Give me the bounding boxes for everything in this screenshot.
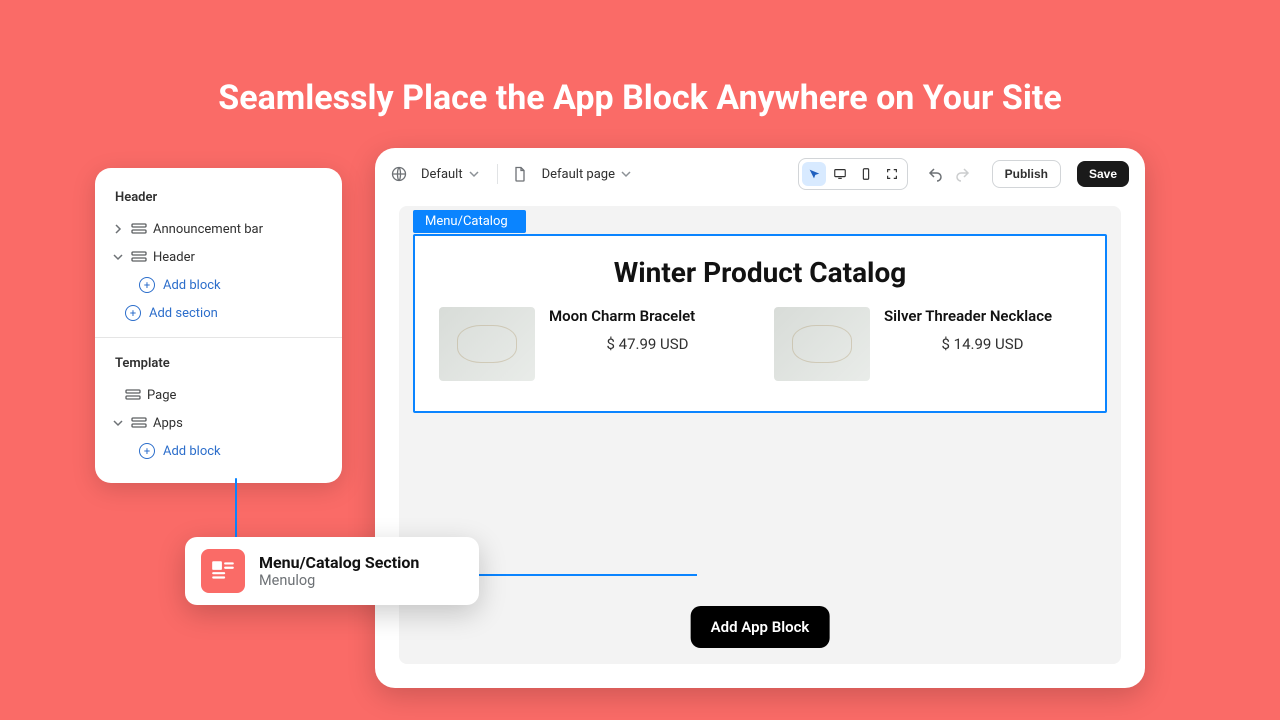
sidebar-item-announcement-bar[interactable]: Announcement bar (105, 215, 332, 243)
product-name: Silver Threader Necklace (884, 307, 1081, 325)
editor-canvas: Menu/Catalog Winter Product Catalog Moon… (399, 206, 1121, 664)
product-image (774, 307, 870, 381)
chevron-right-icon (111, 224, 125, 234)
sidebar-item-header[interactable]: Header (105, 243, 332, 271)
connector-line (479, 574, 697, 576)
section-icon (125, 387, 141, 403)
connector-line (235, 478, 237, 538)
add-block-label: Add block (163, 444, 221, 459)
page-dropdown[interactable]: Default page (538, 163, 635, 186)
popover-title: Menu/Catalog Section (259, 553, 419, 572)
section-icon (131, 249, 147, 265)
device-toggle-group (798, 158, 908, 190)
add-block-label: Add block (163, 278, 221, 293)
product-card[interactable]: Moon Charm Bracelet $ 47.99 USD (439, 307, 746, 381)
app-block-popover[interactable]: Menu/Catalog Section Menulog (185, 537, 479, 605)
hero-title: Seamlessly Place the App Block Anywhere … (0, 78, 1280, 118)
add-section-label: Add section (149, 306, 218, 321)
plus-circle-icon: + (125, 305, 141, 321)
sidebar-item-label: Apps (153, 416, 326, 431)
inspector-toggle[interactable] (802, 162, 826, 186)
chevron-down-icon (111, 418, 125, 428)
sidebar-group-template: Template (105, 348, 332, 381)
save-button[interactable]: Save (1077, 161, 1129, 187)
theme-editor-main: Default Default page (375, 148, 1145, 688)
editor-topbar: Default Default page (375, 148, 1145, 200)
desktop-view-button[interactable] (828, 162, 852, 186)
catalog-heading: Winter Product Catalog (439, 256, 1081, 289)
add-block-link[interactable]: + Add block (105, 271, 332, 299)
selected-block-tab[interactable]: Menu/Catalog (413, 210, 526, 233)
plus-circle-icon: + (139, 277, 155, 293)
mobile-view-button[interactable] (854, 162, 878, 186)
chevron-down-icon (111, 252, 125, 262)
product-price: $ 14.99 USD (884, 335, 1081, 353)
product-price: $ 47.99 USD (549, 335, 746, 353)
page-icon (512, 166, 528, 182)
sidebar-item-page[interactable]: Page (105, 381, 332, 409)
redo-button (952, 164, 972, 184)
theme-editor-sidebar: Header Announcement bar Header + Add blo… (95, 168, 342, 483)
add-app-block-button[interactable]: Add App Block (691, 606, 830, 648)
product-image (439, 307, 535, 381)
menu-catalog-block[interactable]: Winter Product Catalog Moon Charm Bracel… (413, 234, 1107, 413)
popover-subtitle: Menulog (259, 572, 419, 589)
section-icon (131, 221, 147, 237)
sidebar-item-label: Header (153, 250, 326, 265)
page-name: Default page (542, 167, 615, 182)
sidebar-group-header: Header (105, 182, 332, 215)
publish-button[interactable]: Publish (992, 160, 1061, 188)
theme-dropdown[interactable]: Default (417, 163, 483, 186)
add-section-link[interactable]: + Add section (105, 299, 332, 327)
globe-icon (391, 166, 407, 182)
add-block-link-apps[interactable]: + Add block (105, 437, 332, 465)
theme-name: Default (421, 167, 463, 182)
product-card[interactable]: Silver Threader Necklace $ 14.99 USD (774, 307, 1081, 381)
product-name: Moon Charm Bracelet (549, 307, 746, 325)
app-icon (201, 549, 245, 593)
sidebar-item-label: Announcement bar (153, 222, 326, 237)
sidebar-item-apps[interactable]: Apps (105, 409, 332, 437)
plus-circle-icon: + (139, 443, 155, 459)
section-icon (131, 415, 147, 431)
sidebar-item-label: Page (147, 388, 326, 403)
undo-button[interactable] (926, 164, 946, 184)
fullscreen-view-button[interactable] (880, 162, 904, 186)
